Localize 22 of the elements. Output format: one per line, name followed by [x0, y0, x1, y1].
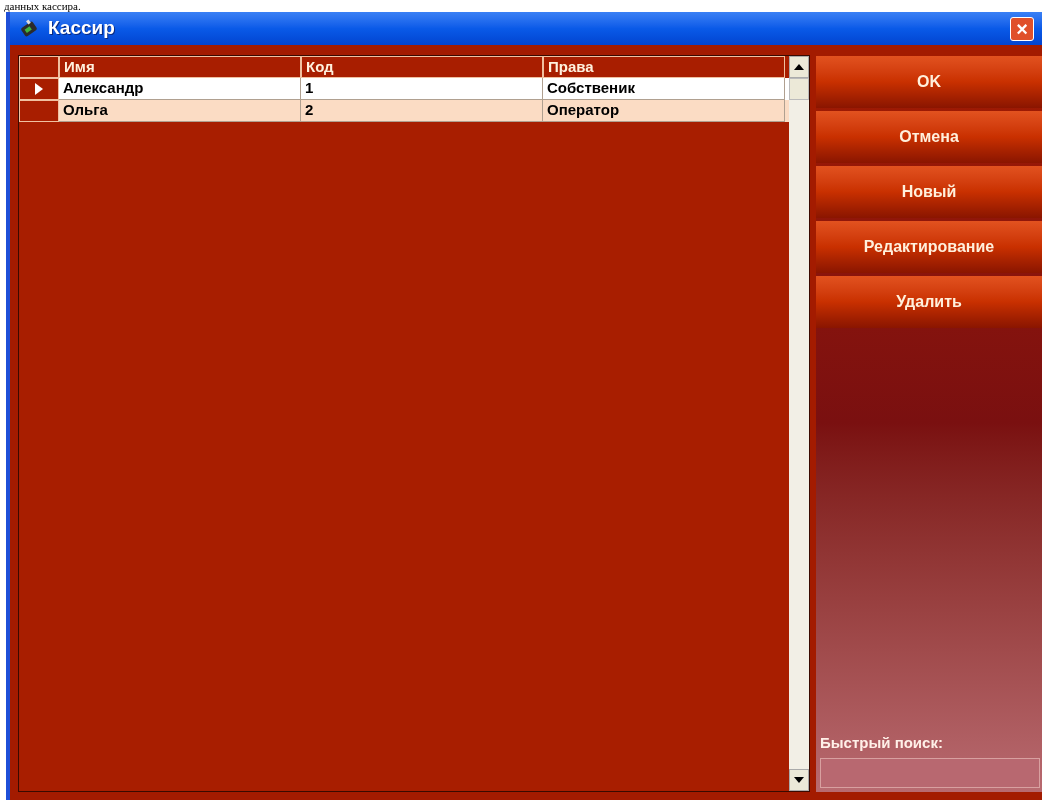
caption-text: данных кассира. [3, 0, 82, 12]
scroll-up-icon[interactable] [789, 56, 809, 78]
action-button[interactable]: Удалить [816, 276, 1042, 328]
column-header[interactable]: Права [543, 56, 785, 78]
close-button[interactable]: × [1010, 16, 1034, 41]
table-cell: Ольга [59, 100, 301, 122]
table-row[interactable]: Александр 1 Собственик [19, 78, 789, 100]
scroll-down-icon[interactable] [789, 769, 809, 791]
search-label: Быстрый поиск: [819, 732, 944, 753]
table-row[interactable]: Ольга 2 Оператор [19, 100, 789, 122]
search-field[interactable] [820, 758, 1040, 788]
table-cell: Оператор [543, 100, 785, 122]
action-button[interactable]: OK [816, 56, 1042, 108]
table-cell: 2 [301, 100, 543, 122]
action-button[interactable]: Отмена [816, 111, 1042, 163]
row-pointer-icon [34, 82, 44, 96]
column-header[interactable]: Имя [59, 56, 301, 78]
action-button[interactable]: Новый [816, 166, 1042, 218]
column-header[interactable]: Код [301, 56, 543, 78]
window-title: Кассир [48, 16, 115, 41]
action-button[interactable]: Редактирование [816, 221, 1042, 273]
scroll-thumb[interactable] [789, 78, 809, 100]
